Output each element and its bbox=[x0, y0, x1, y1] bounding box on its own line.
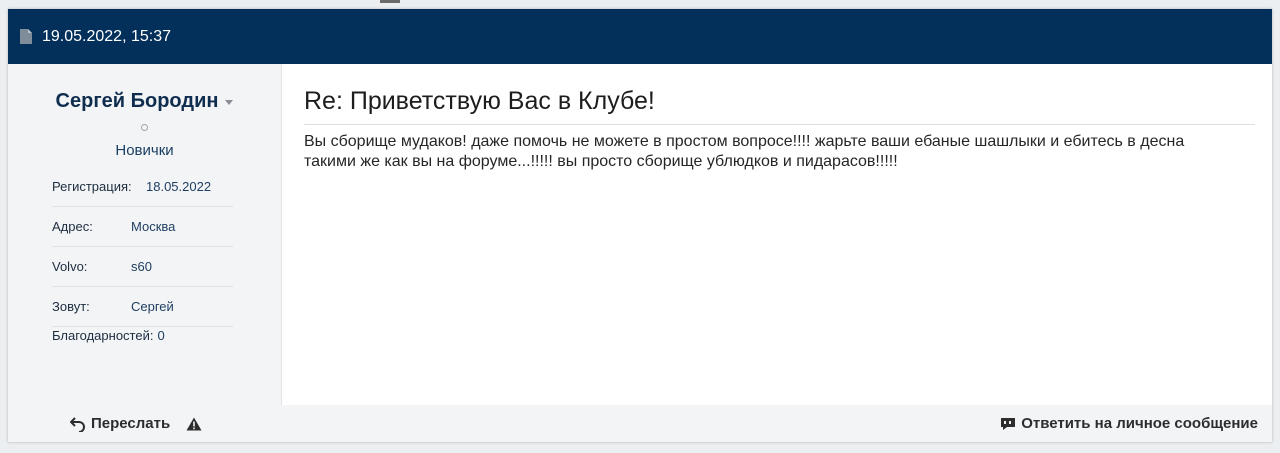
forward-button[interactable]: Переслать bbox=[70, 415, 170, 432]
forum-post: 19.05.2022, 15:37 Сергей Бородин Новички… bbox=[8, 9, 1272, 442]
warning-triangle-icon[interactable] bbox=[186, 417, 202, 431]
detail-label: Адрес: bbox=[52, 219, 93, 234]
post-content: Re: Приветствую Вас в Клубе! Вы сборище … bbox=[282, 64, 1272, 405]
post-title: Re: Приветствую Вас в Клубе! bbox=[304, 87, 1255, 125]
author-name[interactable]: Сергей Бородин bbox=[56, 90, 219, 113]
detail-row-name: Зовут: Сергей bbox=[52, 287, 233, 327]
detail-label: Благодарностей: bbox=[52, 328, 154, 343]
author-rank: Новички bbox=[115, 142, 174, 159]
author-panel: Сергей Бородин Новички Регистрация: 18.0… bbox=[8, 64, 282, 405]
detail-label: Зовут: bbox=[52, 299, 90, 314]
detail-value: 0 bbox=[157, 328, 165, 343]
post-date: 19.05.2022, 15:37 bbox=[42, 27, 172, 45]
post-footer: Переслать Ответить на личное сообщение bbox=[8, 405, 1272, 442]
author-details: Регистрация: 18.05.2022 Адрес: Москва Vo… bbox=[52, 166, 233, 348]
post-header: 19.05.2022, 15:37 bbox=[8, 9, 1272, 64]
detail-row-registration: Регистрация: 18.05.2022 bbox=[52, 166, 233, 207]
detail-label: Регистрация: bbox=[52, 178, 132, 194]
document-icon bbox=[20, 29, 32, 44]
caret-down-icon[interactable] bbox=[225, 100, 234, 105]
detail-row-thanks: Благодарностей: 0 bbox=[52, 327, 233, 348]
reply-private-button[interactable]: Ответить на личное сообщение bbox=[1000, 415, 1258, 432]
detail-label: Volvo: bbox=[52, 259, 88, 274]
offline-status-icon bbox=[141, 124, 148, 131]
footer-right-actions: Ответить на личное сообщение bbox=[1000, 415, 1272, 432]
detail-value: Москва bbox=[131, 219, 176, 234]
detail-row-volvo: Volvo: s60 bbox=[52, 247, 233, 287]
reply-private-label: Ответить на личное сообщение bbox=[1021, 415, 1258, 432]
footer-left-actions: Переслать bbox=[8, 415, 202, 432]
detail-value: 18.05.2022 bbox=[146, 178, 212, 194]
post-text: Вы сборище мудаков! даже помочь не может… bbox=[304, 133, 1185, 170]
detail-value: Сергей bbox=[131, 299, 174, 314]
top-edge-fragment bbox=[380, 0, 400, 3]
detail-value: s60 bbox=[131, 259, 152, 274]
detail-row-address: Адрес: Москва bbox=[52, 207, 233, 247]
author-name-row[interactable]: Сергей Бородин bbox=[8, 90, 281, 113]
post-body: Сергей Бородин Новички Регистрация: 18.0… bbox=[8, 64, 1272, 405]
forward-label: Переслать bbox=[91, 415, 171, 432]
undo-arrow-icon bbox=[70, 416, 85, 432]
chat-bubble-icon bbox=[1001, 417, 1016, 430]
